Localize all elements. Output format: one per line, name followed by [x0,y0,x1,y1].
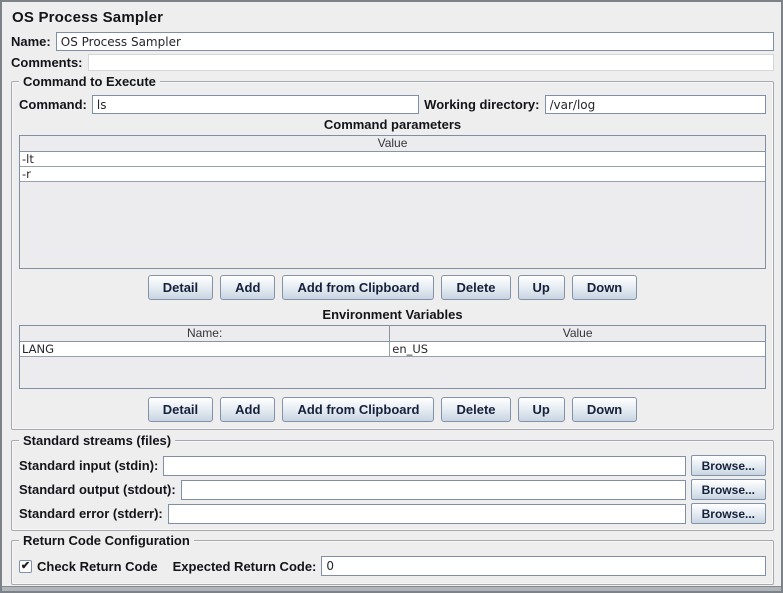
value-column-header[interactable]: Value [20,136,765,151]
stdout-label: Standard output (stdout): [19,482,176,497]
params-down-button[interactable]: Down [572,275,637,300]
comments-label: Comments: [11,55,83,70]
return-code-group: Return Code Configuration ✔ Check Return… [11,540,774,585]
name-label: Name: [11,34,51,49]
check-return-code-label: Check Return Code [37,559,158,574]
standard-streams-title: Standard streams (files) [19,433,175,448]
name-column-header[interactable]: Name: [20,326,390,341]
stdin-row: Standard input (stdin): Browse... [19,455,766,476]
expected-return-code-input[interactable] [321,556,766,576]
command-label: Command: [19,97,87,112]
env-up-button[interactable]: Up [518,397,565,422]
command-to-execute-group: Command to Execute Command: Working dire… [11,81,774,430]
standard-streams-group: Standard streams (files) Standard input … [11,440,774,531]
params-delete-button[interactable]: Delete [441,275,510,300]
command-group-title: Command to Execute [19,74,160,89]
env-add-from-clipboard-button[interactable]: Add from Clipboard [282,397,434,422]
params-add-button[interactable]: Add [220,275,275,300]
params-add-from-clipboard-button[interactable]: Add from Clipboard [282,275,434,300]
return-code-row: ✔ Check Return Code Expected Return Code… [19,556,766,576]
window-bottom-edge [2,586,781,591]
env-value-cell[interactable]: en_US [390,342,765,356]
command-parameters-header: Value [20,136,765,152]
command-input[interactable] [92,95,419,114]
stdin-input[interactable] [163,456,685,476]
params-button-row: Detail Add Add from Clipboard Delete Up … [19,275,766,300]
params-detail-button[interactable]: Detail [148,275,213,300]
stdout-row: Standard output (stdout): Browse... [19,479,766,500]
name-row: Name: [11,32,774,51]
env-delete-button[interactable]: Delete [441,397,510,422]
working-directory-label: Working directory: [424,97,539,112]
stderr-row: Standard error (stderr): Browse... [19,503,766,524]
environment-variables-header: Name: Value [20,326,765,342]
stdin-browse-button[interactable]: Browse... [691,455,766,476]
stdout-browse-button[interactable]: Browse... [691,479,766,500]
check-icon: ✔ [21,561,30,572]
table-row[interactable]: LANG en_US [20,342,765,357]
table-row[interactable]: -lt [20,152,765,167]
page-title: OS Process Sampler [12,9,774,26]
comments-input[interactable] [88,54,774,71]
os-process-sampler-window: OS Process Sampler Name: Comments: Comma… [0,0,783,593]
stderr-input[interactable] [168,504,686,524]
environment-variables-table[interactable]: Name: Value LANG en_US [19,325,766,389]
value-column-header[interactable]: Value [390,326,765,341]
env-detail-button[interactable]: Detail [148,397,213,422]
stdin-label: Standard input (stdin): [19,458,158,473]
environment-variables-title: Environment Variables [19,307,766,322]
comments-row: Comments: [11,54,774,71]
return-code-group-title: Return Code Configuration [19,533,194,548]
param-cell[interactable]: -lt [20,152,765,166]
table-row[interactable]: -r [20,167,765,182]
check-return-code-checkbox[interactable]: ✔ [19,560,32,573]
env-button-row: Detail Add Add from Clipboard Delete Up … [19,397,766,422]
env-add-button[interactable]: Add [220,397,275,422]
env-down-button[interactable]: Down [572,397,637,422]
name-input[interactable] [56,32,774,51]
params-up-button[interactable]: Up [518,275,565,300]
main-content: OS Process Sampler Name: Comments: Comma… [2,2,781,586]
stderr-browse-button[interactable]: Browse... [691,503,766,524]
command-row: Command: Working directory: [19,95,766,114]
param-cell[interactable]: -r [20,167,765,181]
stderr-label: Standard error (stderr): [19,506,163,521]
working-directory-input[interactable] [545,95,767,114]
expected-return-code-label: Expected Return Code: [173,559,317,574]
env-name-cell[interactable]: LANG [20,342,390,356]
command-parameters-table[interactable]: Value -lt -r [19,135,766,269]
stdout-input[interactable] [181,480,686,500]
command-parameters-title: Command parameters [19,117,766,132]
